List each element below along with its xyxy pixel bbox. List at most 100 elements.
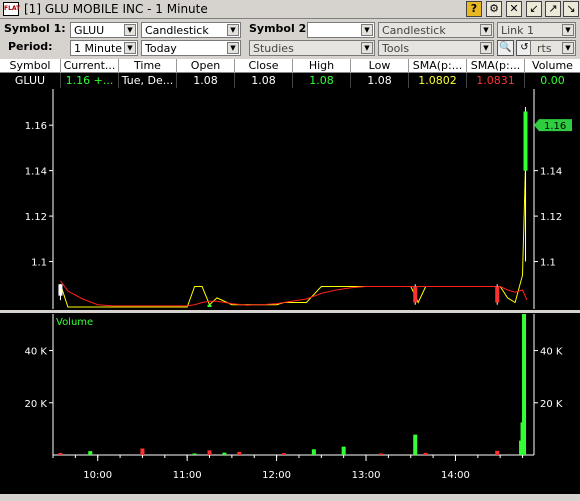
volume-bar [207, 450, 212, 455]
window-titlebar: FLAT [1] GLU MOBILE INC - 1 Minute ? ⚙ ✕… [0, 0, 580, 19]
chart-type2-select[interactable]: Candlestick ▼ [378, 22, 494, 38]
price-tick-label-left: 1.16 [25, 121, 47, 132]
candle-body [495, 286, 500, 303]
volume-bar [495, 450, 500, 455]
horizontal-scrollbar [0, 494, 580, 501]
period-select[interactable]: 1 Minute ▼ [70, 40, 138, 56]
panel-separator [0, 310, 580, 313]
col-open-header[interactable]: Open [177, 59, 235, 73]
volume-bar [423, 452, 428, 455]
time-tick-label: 13:00 [352, 470, 381, 481]
time-tick-label: 11:00 [173, 470, 202, 481]
volume-tick-label-right: 20 K [540, 399, 563, 410]
cell-low: 1.08 [351, 73, 409, 88]
volume-bar [140, 448, 145, 455]
reports-select[interactable]: rts ▼ [530, 40, 576, 56]
window-title: [1] GLU MOBILE INC - 1 Minute [24, 2, 208, 16]
chevron-down-icon[interactable]: ▼ [562, 24, 574, 36]
cell-sma2: 1.0831 [467, 73, 525, 88]
volume-bar [88, 451, 93, 455]
volume-tick-label-left: 40 K [25, 347, 48, 358]
chevron-down-icon[interactable]: ▼ [227, 42, 239, 54]
chevron-down-icon[interactable]: ▼ [480, 42, 492, 54]
chart-background [0, 89, 580, 501]
volume-bar [378, 453, 383, 455]
col-low-header[interactable]: Low [351, 59, 409, 73]
volume-bar [341, 446, 346, 455]
chart-controls: Symbol 1: GLUU ▼ Candlestick ▼ Symbol 2:… [0, 19, 580, 59]
chevron-down-icon[interactable]: ▼ [227, 24, 239, 36]
time-tick-label: 12:00 [262, 470, 291, 481]
range-select[interactable]: Today ▼ [141, 40, 241, 56]
price-tick-label-left: 1.14 [25, 167, 47, 178]
zoom-icon[interactable]: 🔍 [497, 40, 514, 56]
cell-high: 1.08 [293, 73, 351, 88]
candle-body [523, 111, 528, 171]
cell-current: 1.16 +... [61, 73, 119, 88]
chevron-down-icon[interactable]: ▼ [361, 24, 373, 36]
volume-bar [192, 453, 197, 455]
volume-tick-label-left: 20 K [25, 399, 48, 410]
volume-bar [237, 451, 242, 455]
help-icon[interactable]: ? [466, 1, 482, 17]
symbol2-input[interactable]: ▼ [307, 22, 375, 38]
volume-tick-label-right: 40 K [540, 347, 563, 358]
price-tick-label-right: 1.14 [540, 167, 562, 178]
col-time-header[interactable]: Time [119, 59, 177, 73]
restore-icon[interactable]: ↘ [563, 1, 579, 17]
quote-table: Symbol Current... Time Open Close High L… [0, 59, 580, 89]
cell-close: 1.08 [235, 73, 293, 88]
cell-sma1: 1.0802 [409, 73, 467, 88]
close-icon[interactable]: ✕ [506, 1, 522, 17]
volume-bar [413, 434, 418, 455]
symbol1-input[interactable]: GLUU ▼ [70, 22, 138, 38]
chevron-down-icon[interactable]: ▼ [361, 42, 373, 54]
chevron-down-icon[interactable]: ▼ [124, 42, 136, 54]
chevron-down-icon[interactable]: ▼ [124, 24, 136, 36]
col-volume-header[interactable]: Volume [525, 59, 580, 73]
price-tick-label-left: 1.1 [31, 258, 47, 269]
chevron-down-icon[interactable]: ▼ [480, 24, 492, 36]
price-volume-chart[interactable]: 1.161.161.141.141.121.121.11.11.16Volume… [0, 89, 580, 501]
settings-icon[interactable]: ⚙ [486, 1, 502, 17]
current-price-label: 1.16 [544, 121, 566, 132]
volume-panel-title: Volume [56, 317, 93, 328]
app-logo-icon: FLAT [3, 2, 20, 16]
cell-symbol: GLUU [0, 73, 61, 88]
col-current-header[interactable]: Current... [61, 59, 119, 73]
studies-select[interactable]: Studies ▼ [249, 40, 375, 56]
symbol1-label: Symbol 1: [4, 22, 66, 35]
quote-header-row: Symbol Current... Time Open Close High L… [0, 59, 580, 73]
candle-body [413, 286, 418, 303]
chart-area[interactable]: 1.161.161.141.141.121.121.11.11.16Volume… [0, 89, 580, 501]
cell-open: 1.08 [177, 73, 235, 88]
volume-bar [311, 449, 316, 455]
chevron-down-icon[interactable]: ▼ [562, 42, 574, 54]
period-label: Period: [8, 40, 53, 53]
price-tick-label-right: 1.12 [540, 212, 562, 223]
volume-bar [222, 452, 227, 455]
cell-time: Tue, De... [119, 73, 177, 88]
symbol2-label: Symbol 2: [249, 22, 311, 35]
price-tick-label-right: 1.1 [540, 258, 556, 269]
col-sma2-header[interactable]: SMA(p:... [467, 59, 525, 73]
link-select[interactable]: Link 1 ▼ [497, 22, 576, 38]
chart-type1-select[interactable]: Candlestick ▼ [141, 22, 241, 38]
col-close-header[interactable]: Close [235, 59, 293, 73]
tools-select[interactable]: Tools ▼ [378, 40, 494, 56]
col-symbol-header[interactable]: Symbol [0, 59, 61, 73]
time-tick-label: 14:00 [441, 470, 470, 481]
minimize-icon[interactable]: ↙ [526, 1, 542, 17]
time-tick-label: 10:00 [83, 470, 112, 481]
volume-bar [282, 453, 287, 455]
col-sma1-header[interactable]: SMA(p:... [409, 59, 467, 73]
candle-body [58, 284, 63, 296]
price-tick-label-left: 1.12 [25, 212, 47, 223]
volume-bar [58, 452, 63, 455]
volume-bar [522, 314, 527, 455]
candle-body [207, 304, 212, 307]
cell-volume: 0.00 [540, 74, 565, 87]
col-high-header[interactable]: High [293, 59, 351, 73]
table-row[interactable]: GLUU 1.16 +... Tue, De... 1.08 1.08 1.08… [0, 73, 580, 88]
maximize-icon[interactable]: ↗ [545, 1, 561, 17]
